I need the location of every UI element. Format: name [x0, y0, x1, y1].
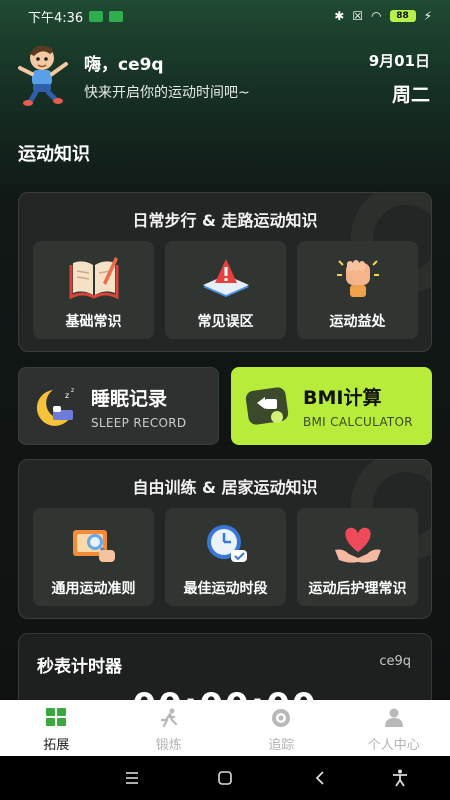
walking-panel-title: 日常步行 & 走路运动知识 — [132, 211, 318, 230]
slogan-text: 快来开启你的运动时间吧~ — [84, 85, 250, 101]
tile-basic-knowledge[interactable]: 基础常识 — [33, 241, 154, 339]
tile-exercise-benefits[interactable]: 运动益处 — [297, 241, 418, 339]
sleep-record-title: 睡眠记录 — [91, 388, 168, 410]
tile-label: 运动后护理常识 — [308, 581, 407, 597]
warning-icon — [203, 259, 249, 297]
charging-icon: ⚡ — [423, 9, 432, 23]
header: 嗨，ce9q 快来开启你的运动时间吧~ 9月01日 周二 — [0, 38, 450, 118]
stopwatch-title: 秒表计时器 — [37, 657, 122, 677]
system-nav-bar — [0, 756, 450, 800]
weekday-text: 周二 — [391, 84, 430, 106]
training-panel-title: 自由训练 & 居家运动知识 — [132, 478, 318, 497]
tile-post-exercise-care[interactable]: 运动后护理常识 — [297, 508, 418, 606]
grid-icon — [46, 708, 67, 726]
battery-icon: 88 — [389, 10, 416, 22]
tile-label: 运动益处 — [329, 314, 386, 330]
walking-knowledge-panel: 日常步行 & 走路运动知识 基础常识 常见误区 运动益处 — [18, 192, 432, 352]
bottom-nav: 拓展 锻炼 追踪 个人中心 — [0, 700, 450, 756]
nav-item-profile[interactable]: 个人中心 — [338, 700, 450, 756]
nav-label: 拓展 — [43, 738, 70, 753]
heart-hands-icon — [335, 527, 381, 563]
nav-item-track[interactable]: 追踪 — [225, 700, 338, 756]
clock-icon — [207, 525, 247, 562]
tile-label: 通用运动准则 — [51, 581, 136, 597]
sleep-record-card[interactable]: z z 睡眠记录 SLEEP RECORD — [18, 367, 219, 445]
bmi-calculator-card[interactable]: BMI计算 BMI CALCULATOR — [231, 367, 432, 445]
stopwatch-user: ce9q — [379, 654, 411, 669]
status-bar: 下午4:36 ✱ ☒ ◠ 88 ⚡ — [0, 0, 450, 32]
moon-icon: z z — [36, 387, 74, 426]
tile-general-guidelines[interactable]: 通用运动准则 — [33, 508, 154, 606]
nav-label: 个人中心 — [367, 738, 420, 753]
back-icon[interactable] — [310, 768, 330, 788]
bmi-title: BMI计算 — [303, 387, 382, 409]
nav-label: 追踪 — [268, 738, 295, 753]
book-icon — [69, 257, 119, 300]
scale-icon — [245, 387, 289, 425]
status-time: 下午4:36 — [28, 10, 84, 26]
sim-icon: ☒ — [352, 9, 364, 23]
tile-best-exercise-time[interactable]: 最佳运动时段 — [165, 508, 286, 606]
tile-label: 基础常识 — [65, 314, 122, 330]
bluetooth-icon: ✱ — [334, 9, 345, 23]
tile-label: 最佳运动时段 — [183, 581, 268, 597]
runner-icon — [160, 708, 177, 728]
sleep-record-subtitle: SLEEP RECORD — [91, 416, 187, 430]
home-icon[interactable] — [215, 768, 235, 788]
wifi-icon: ◠ — [371, 9, 382, 23]
notification-app-icon — [89, 10, 104, 22]
fist-icon — [337, 260, 379, 297]
training-knowledge-panel: 自由训练 & 居家运动知识 通用运动准则 最佳运动时段 运动后护理常识 — [18, 459, 432, 619]
svg-text:z: z — [71, 387, 74, 394]
guide-icon — [73, 530, 115, 562]
menu-icon[interactable] — [122, 768, 142, 788]
section-title: 运动知识 — [18, 144, 90, 165]
greeting-text: 嗨，ce9q — [84, 55, 164, 75]
tile-common-mistakes[interactable]: 常见误区 — [165, 241, 286, 339]
nav-item-exercise[interactable]: 锻炼 — [113, 700, 226, 756]
nav-label: 锻炼 — [155, 738, 182, 753]
tile-label: 常见误区 — [197, 314, 254, 330]
avatar[interactable] — [16, 42, 72, 106]
bmi-subtitle: BMI CALCULATOR — [303, 415, 413, 429]
date-text: 9月01日 — [368, 52, 430, 70]
target-icon — [272, 709, 291, 727]
person-icon — [384, 708, 403, 727]
accessibility-icon[interactable] — [390, 768, 410, 788]
notification-app-icon-2 — [109, 10, 124, 22]
nav-item-expand[interactable]: 拓展 — [0, 700, 113, 756]
svg-text:z: z — [65, 391, 69, 400]
